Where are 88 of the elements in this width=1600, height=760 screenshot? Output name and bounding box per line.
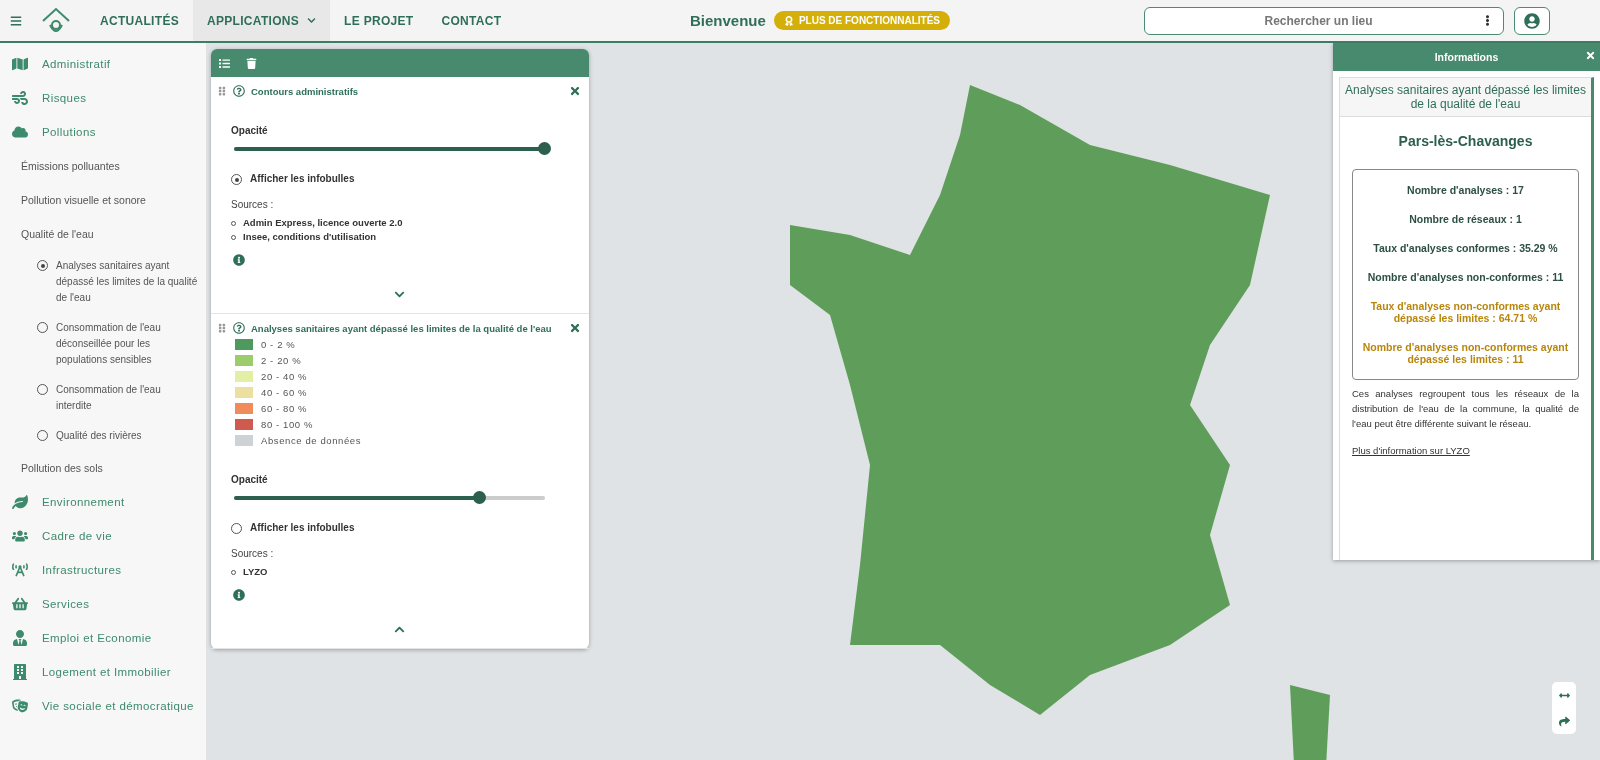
- award-icon: [783, 15, 794, 26]
- chevron-icon: [393, 624, 405, 635]
- nav-link[interactable]: APPLICATIONS: [193, 0, 331, 41]
- close-icon: [1585, 50, 1596, 61]
- source-item: LYZO: [243, 565, 268, 579]
- layer-title: Analyses sanitaires ayant dépassé les limites de la qualité de l'eau: [251, 322, 553, 334]
- help-icon[interactable]: [233, 322, 245, 334]
- search-bar[interactable]: Rechercher un lieu: [1144, 6, 1504, 35]
- menu-icon[interactable]: [10, 14, 22, 27]
- wind-icon: [12, 90, 28, 106]
- info-note: Ces analyses regroupent tous les réseaux de la distribution de l'eau de la commune, la qualité de l'eau peut être différente suivant le réseau.: [1352, 387, 1579, 431]
- sidebar-item[interactable]: Administratif: [0, 47, 206, 81]
- info-icon[interactable]: [233, 254, 245, 266]
- sidebar-subitem[interactable]: Qualité de l'eau: [0, 217, 206, 251]
- people-icon: [12, 528, 28, 544]
- legend-label: 60 - 80 %: [261, 403, 308, 414]
- chevron-icon: [393, 289, 405, 300]
- info-subtitle: Analyses sanitaires ayant dépassé les limites de la qualité de l'eau: [1340, 78, 1591, 117]
- layer-option[interactable]: Consommation de l'eau interdite: [0, 375, 206, 421]
- sidebar-item[interactable]: Services: [0, 587, 206, 621]
- cloud-icon: [12, 124, 28, 140]
- info-title: Informations: [1333, 43, 1600, 71]
- source-item: Insee, conditions d'utilisation: [243, 230, 377, 244]
- share-icon: [1558, 715, 1570, 727]
- nav-link[interactable]: CONTACT: [427, 0, 516, 41]
- sidebar-item[interactable]: Risques: [0, 81, 206, 115]
- person-icon: [12, 630, 28, 646]
- stat-text: Nombre d'analyses non-conformes : 11: [1366, 271, 1565, 283]
- leaf-icon: [12, 494, 28, 510]
- info-link[interactable]: Plus d'information sur LYZO: [1352, 445, 1591, 456]
- legend-label: 0 - 2 %: [261, 339, 296, 350]
- layer-title: Contours administratifs: [251, 85, 360, 97]
- masks-icon: [12, 698, 28, 714]
- drag-handle-icon[interactable]: [217, 323, 227, 333]
- list-icon[interactable]: [219, 57, 230, 69]
- sidebar-item[interactable]: Emploi et Economie: [0, 621, 206, 655]
- building-icon: [12, 664, 28, 680]
- stat-text: Nombre d'analyses : 17: [1406, 184, 1525, 196]
- layer-option-label: Analyses sanitaires ayant dépassé les limites de la qualité de l'eau: [56, 259, 198, 305]
- sidebar-item[interactable]: Infrastructures: [0, 553, 206, 587]
- sidebar-item[interactable]: Pollutions: [0, 115, 206, 149]
- layer-option-label: Qualité des rivières: [56, 429, 142, 443]
- legend-label: 80 - 100 %: [261, 419, 313, 430]
- legend-label: 40 - 60 %: [261, 387, 308, 398]
- layer-option[interactable]: Consommation de l'eau déconseillée pour les populations sensibles: [0, 313, 206, 375]
- stat-text: Nombre de réseaux : 1: [1408, 213, 1523, 225]
- welcome-text: Bienvenue: [690, 12, 766, 29]
- trash-icon[interactable]: [246, 57, 257, 69]
- sidebar-item[interactable]: Logement et Immobilier: [0, 655, 206, 689]
- user-icon: [1524, 12, 1540, 29]
- sidebar-item[interactable]: Environnement: [0, 485, 206, 519]
- drag-handle-icon[interactable]: [217, 86, 227, 96]
- tooltip-toggle-label: Afficher les infobulles: [250, 522, 355, 533]
- sidebar-subitem[interactable]: Pollution des sols: [0, 451, 206, 485]
- sidebar-item[interactable]: Vie sociale et démocratique: [0, 689, 206, 723]
- opacity-label: Opacité: [231, 125, 269, 136]
- stat-text: Nombre d'analyses non-conformes ayant dépassé les limites : 11: [1361, 341, 1570, 365]
- legend-label: 2 - 20 %: [261, 355, 302, 366]
- stat-text: Taux d'analyses conformes : 35.29 %: [1372, 242, 1559, 254]
- place-name: Pars-lès-Chavanges: [1397, 133, 1534, 149]
- close-icon[interactable]: [569, 322, 581, 334]
- help-icon[interactable]: [233, 85, 245, 97]
- legend-label: Absence de données: [261, 435, 362, 446]
- basket-icon: [12, 596, 28, 612]
- sidebar-subitem[interactable]: Émissions polluantes: [0, 149, 206, 183]
- caret-icon: [307, 16, 317, 25]
- sidebar-subitem[interactable]: Pollution visuelle et sonore: [0, 183, 206, 217]
- layer-option[interactable]: Analyses sanitaires ayant dépassé les limites de la qualité de l'eau: [0, 251, 206, 313]
- slider-thumb[interactable]: [538, 142, 551, 155]
- source-item: Admin Express, licence ouverte 2.0: [243, 216, 403, 230]
- sources-label: Sources :: [231, 548, 275, 559]
- layer-option[interactable]: Qualité des rivières: [0, 421, 206, 451]
- opacity-label: Opacité: [231, 474, 269, 485]
- slider-thumb[interactable]: [472, 491, 486, 504]
- map-icon: [12, 56, 28, 72]
- user-button[interactable]: [1514, 6, 1550, 35]
- stat-text: Taux d'analyses non-conformes ayant dépassé les limites : 64.71 %: [1369, 300, 1562, 324]
- close-icon[interactable]: [569, 85, 581, 97]
- sources-label: Sources :: [231, 199, 275, 210]
- tooltip-toggle-label: Afficher les infobulles: [250, 173, 355, 184]
- layer-option-label: Consommation de l'eau déconseillée pour les populations sensibles: [56, 321, 162, 367]
- sidebar-item[interactable]: Cadre de vie: [0, 519, 206, 553]
- nav-link[interactable]: ACTUALITÉS: [86, 0, 193, 41]
- nav-link[interactable]: LE PROJET: [330, 0, 428, 41]
- legend-label: 20 - 40 %: [261, 371, 308, 382]
- info-icon[interactable]: [233, 589, 245, 601]
- layer-option-label: Consommation de l'eau interdite: [56, 383, 162, 413]
- antenna-icon: [12, 562, 28, 578]
